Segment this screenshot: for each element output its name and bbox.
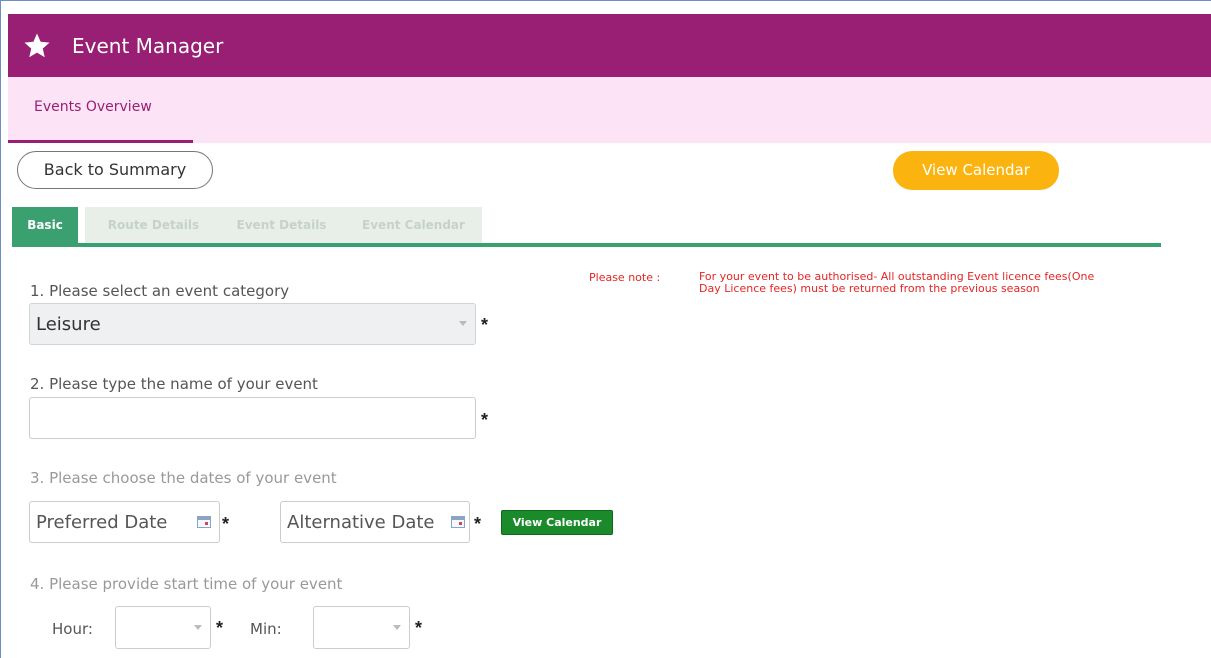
hour-select[interactable]	[115, 606, 211, 649]
view-calendar-small-button[interactable]: View Calendar	[501, 510, 613, 535]
event-category-label: 1. Please select an event category	[30, 282, 290, 300]
alternative-date-placeholder: Alternative Date	[287, 512, 435, 533]
event-category-value: Leisure	[36, 314, 101, 335]
required-mark: *	[474, 514, 482, 534]
hour-label: Hour:	[52, 620, 93, 638]
note-text: For your event to be authorised- All out…	[699, 270, 1095, 295]
alternative-date-input[interactable]: Alternative Date	[280, 501, 470, 543]
chevron-down-icon	[393, 625, 401, 630]
calendar-icon[interactable]	[197, 516, 211, 528]
start-time-label: 4. Please provide start time of your eve…	[30, 575, 343, 593]
tab-basic[interactable]: Basic	[12, 207, 78, 243]
calendar-icon[interactable]	[451, 516, 465, 528]
star-icon	[24, 33, 50, 57]
required-mark: *	[222, 514, 230, 534]
required-mark: *	[481, 315, 489, 335]
event-dates-label: 3. Please choose the dates of your event	[30, 469, 337, 487]
app-title: Event Manager	[72, 33, 224, 58]
chevron-down-icon	[459, 321, 467, 326]
event-category-select[interactable]: Leisure	[29, 303, 476, 345]
event-name-label: 2. Please type the name of your event	[30, 375, 318, 393]
tab-event-calendar[interactable]: Event Calendar	[345, 207, 482, 243]
min-select[interactable]	[313, 606, 410, 649]
tab-event-details[interactable]: Event Details	[217, 207, 346, 243]
required-mark: *	[481, 410, 489, 430]
required-mark: *	[415, 618, 423, 638]
preferred-date-input[interactable]: Preferred Date	[29, 501, 220, 543]
required-mark: *	[216, 618, 224, 638]
back-to-summary-button[interactable]: Back to Summary	[17, 151, 213, 189]
event-name-input[interactable]	[29, 397, 476, 439]
tab-events-overview[interactable]: Events Overview	[8, 77, 193, 143]
tab-events-overview-label: Events Overview	[34, 99, 152, 115]
view-calendar-button[interactable]: View Calendar	[893, 151, 1059, 190]
min-label: Min:	[250, 620, 282, 638]
tab-route-details[interactable]: Route Details	[85, 207, 222, 243]
note-label: Please note :	[589, 271, 661, 284]
chevron-down-icon	[194, 625, 202, 630]
preferred-date-placeholder: Preferred Date	[36, 512, 168, 533]
tabs-underline	[12, 243, 1161, 247]
sub-navigation: Events Overview	[8, 77, 1211, 143]
app-header: Event Manager	[8, 14, 1211, 77]
